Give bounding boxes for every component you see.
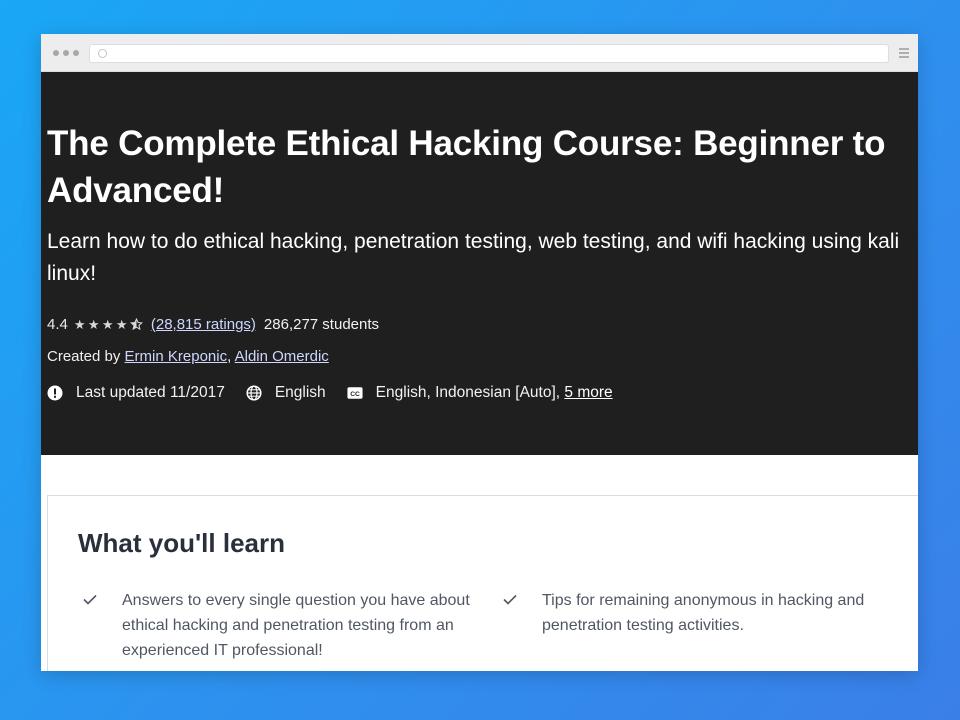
last-updated-text: Last updated 11/2017: [76, 384, 225, 401]
course-title: The Complete Ethical Hacking Course: Beg…: [47, 124, 886, 210]
menu-icon[interactable]: [899, 48, 909, 60]
students-count: 286,277 students: [263, 315, 380, 333]
check-icon: [503, 594, 517, 605]
star-icon: ★: [87, 316, 100, 332]
alert-icon: [47, 385, 63, 401]
author-link[interactable]: Aldin Omerdic: [235, 348, 329, 365]
course-hero: The Complete Ethical Hacking Course: Beg…: [41, 72, 918, 455]
created-by: Created by Ermin Kreponic, Aldin Omerdic: [47, 348, 329, 365]
captions-text: English, Indonesian [Auto],: [375, 384, 561, 401]
language: English: [246, 384, 326, 402]
created-by-label: Created by: [47, 348, 121, 365]
course-meta: Last updated 11/2017 English CC English,…: [47, 382, 634, 404]
check-icon: [83, 594, 97, 605]
author-link[interactable]: Ermin Kreponic: [125, 348, 228, 365]
reload-icon[interactable]: [98, 49, 107, 58]
rating-value: 4.4: [47, 315, 68, 333]
window-controls[interactable]: [53, 50, 79, 56]
window-dot[interactable]: [63, 50, 69, 56]
author-separator: ,: [227, 348, 232, 365]
ratings-count-link[interactable]: (28,815 ratings): [151, 316, 256, 333]
captions: CC English, Indonesian [Auto], 5 more: [347, 384, 613, 402]
section-title: What you'll learn: [78, 528, 285, 558]
learn-item-text: Answers to every single question you hav…: [122, 592, 470, 659]
window-dot[interactable]: [73, 50, 79, 56]
address-bar[interactable]: [89, 44, 889, 63]
window-dot[interactable]: [53, 50, 59, 56]
last-updated: Last updated 11/2017: [47, 384, 225, 402]
learn-item-text: Tips for remaining anonymous in hacking …: [542, 592, 865, 634]
more-captions-link[interactable]: 5 more: [564, 384, 612, 402]
what-you-learn-section: What you'll learn Answers to every singl…: [47, 495, 918, 671]
star-icon: ★: [101, 316, 114, 332]
globe-icon: [246, 385, 262, 401]
browser-toolbar: [41, 34, 918, 72]
course-subtitle: Learn how to do ethical hacking, penetra…: [47, 230, 900, 285]
star-icon: ★: [73, 316, 86, 332]
language-text: English: [274, 384, 326, 401]
rating-row: 4.4 ★ ★ ★ ★ (28,815 ratings) 286,277 stu…: [47, 314, 379, 334]
closed-captions-icon: CC: [347, 387, 363, 399]
star-icon: ★: [115, 316, 128, 332]
browser-window: The Complete Ethical Hacking Course: Beg…: [41, 34, 918, 671]
svg-text:CC: CC: [350, 391, 360, 398]
star-rating: ★ ★ ★ ★: [73, 316, 143, 332]
half-star-icon: [129, 317, 143, 331]
